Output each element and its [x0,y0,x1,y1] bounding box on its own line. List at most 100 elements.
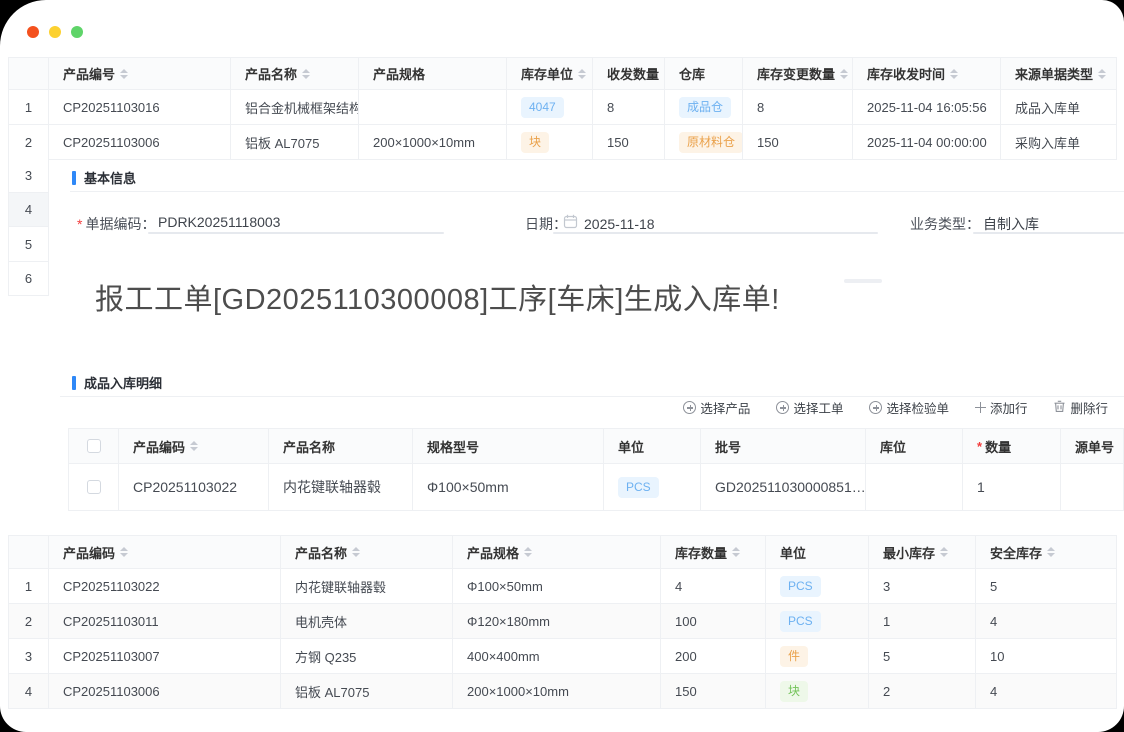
unit-tag: PCS [780,611,821,632]
table-row[interactable]: 3 CP20251103007 方钢 Q235 400×400mm 200 件 … [9,639,1117,674]
section-accent-bar [72,171,76,185]
cell-product-code: CP20251103007 [49,639,281,674]
select-inspection-button[interactable]: 选择检验单 [869,398,949,417]
cell-safe-stock: 5 [976,569,1117,604]
cell-quantity[interactable]: 1 [963,464,1061,511]
cell-stock-qty: 200 [661,639,766,674]
plus-icon [975,402,986,413]
header-product-spec[interactable]: 产品规格 [453,536,661,569]
date-input[interactable]: 2025-11-18 [563,214,655,234]
header-safe-stock[interactable]: 安全库存 [976,536,1117,569]
table-row[interactable]: 2 CP20251103011 电机壳体 Φ120×180mm 100 PCS … [9,604,1117,639]
table-row[interactable]: 2 CP20251103006 铝板 AL7075 200×1000×10mm … [9,125,1117,160]
delete-row-button[interactable]: 删除行 [1053,398,1108,417]
window-controls [27,26,83,38]
circle-plus-icon [869,401,882,414]
warehouse-tag: 原材料仓 [679,132,743,153]
cell-min-stock: 1 [869,604,976,639]
cell-product-spec: Φ120×180mm [453,604,661,639]
row-number: 1 [9,90,49,125]
cell-unit: PCS [766,569,869,604]
cell-product-spec: 200×1000×10mm [453,674,661,709]
cell-warehouse: 成品仓 [665,90,743,125]
cell-product-name: 铝合金机械框架结构件 [231,90,359,125]
row-checkbox[interactable] [87,480,101,494]
header-product-code[interactable]: 产品编号 [49,58,231,90]
unit-tag: 块 [521,132,549,153]
cell-unit: PCS [766,604,869,639]
header-product-name[interactable]: 产品名称 [231,58,359,90]
cell-product-name: 内花键联轴器毂 [281,569,453,604]
close-window-button[interactable] [27,26,39,38]
sort-icon [1098,69,1106,79]
sort-icon [120,69,128,79]
header-product-code[interactable]: 产品编码 [119,429,269,464]
cell-unit: 块 [766,674,869,709]
cell-inout-qty: 150 [593,125,665,160]
header-stock-time[interactable]: 库存收发时间 [853,58,1001,90]
sort-icon [950,69,958,79]
sort-icon [578,69,586,79]
select-workorder-button[interactable]: 选择工单 [776,398,843,417]
biz-type-select[interactable]: 自制入库 [983,214,1039,234]
cell-product-code: CP20251103006 [49,125,231,160]
cell-location[interactable] [866,464,963,511]
header-stock-qty[interactable]: 库存数量 [661,536,766,569]
date-input-underline [553,232,878,234]
select-product-button[interactable]: 选择产品 [683,398,750,417]
sort-icon [940,547,948,557]
add-row-button[interactable]: 添加行 [975,398,1028,417]
biz-type-label: 业务类型： [910,214,980,234]
minimize-window-button[interactable] [49,26,61,38]
header-product-name[interactable]: 产品名称 [281,536,453,569]
cell-batch-no: GD202511030000851… [701,464,866,511]
header-quantity: * 数量 [963,429,1061,464]
cell-stock-qty: 100 [661,604,766,639]
header-warehouse: 仓库 [665,58,743,90]
header-product-spec: 产品规格 [359,58,507,90]
cell-unit: PCS [604,464,701,511]
sort-icon [352,547,360,557]
header-source-doc-type[interactable]: 来源单据类型 [1001,58,1117,90]
header-source-doc-no: 源单号 [1061,429,1124,464]
cell-product-spec: 400×400mm [453,639,661,674]
select-all-checkbox[interactable] [87,439,101,453]
header-batch-no: 批号 [701,429,866,464]
table-row[interactable]: 1 CP20251103022 内花键联轴器毂 Φ100×50mm 4 PCS … [9,569,1117,604]
required-asterisk: * [977,439,982,454]
unit-tag: 4047 [521,97,564,118]
maximize-window-button[interactable] [71,26,83,38]
header-product-name: 产品名称 [269,429,413,464]
desktop-background: 产品编号 产品名称 产品规格 库存单位 收发数量 仓库 [0,0,1124,732]
table-row[interactable]: 4 CP20251103006 铝板 AL7075 200×1000×10mm … [9,674,1117,709]
cell-stock-time: 2025-11-04 16:05:56 [853,90,1001,125]
cell-source-doc-type: 成品入库单 [1001,90,1117,125]
doc-code-input[interactable]: PDRK20251118003 [158,214,280,230]
row-number-header [9,58,49,90]
unit-tag: 块 [780,681,808,702]
cell-product-code: CP20251103011 [49,604,281,639]
table-row[interactable]: CP20251103022 内花键联轴器毂 Φ100×50mm PCS GD20… [69,464,1124,511]
cell-stock-qty: 150 [661,674,766,709]
header-product-code[interactable]: 产品编码 [49,536,281,569]
row-select-cell [69,464,119,511]
table-row[interactable]: 1 CP20251103016 铝合金机械框架结构件 4047 8 成品仓 8 … [9,90,1117,125]
header-stock-unit[interactable]: 库存单位 [507,58,593,90]
header-min-stock[interactable]: 最小库存 [869,536,976,569]
stock-flow-table: 产品编号 产品名称 产品规格 库存单位 收发数量 仓库 [8,57,1117,160]
cell-unit: 件 [766,639,869,674]
header-inout-qty: 收发数量 [593,58,665,90]
trash-icon [1053,400,1066,416]
biz-type-underline [973,232,1124,234]
header-stock-change-qty[interactable]: 库存变更数量 [743,58,853,90]
unit-tag: PCS [780,576,821,597]
cell-stock-unit: 4047 [507,90,593,125]
sort-icon [732,547,740,557]
cell-product-spec [359,90,507,125]
section-title: 成品入库明细 [84,373,162,392]
row-number: 2 [9,604,49,639]
circle-plus-icon [683,401,696,414]
app-window: 产品编号 产品名称 产品规格 库存单位 收发数量 仓库 [0,0,1124,732]
required-asterisk: * [77,216,82,232]
cell-product-spec: Φ100×50mm [453,569,661,604]
